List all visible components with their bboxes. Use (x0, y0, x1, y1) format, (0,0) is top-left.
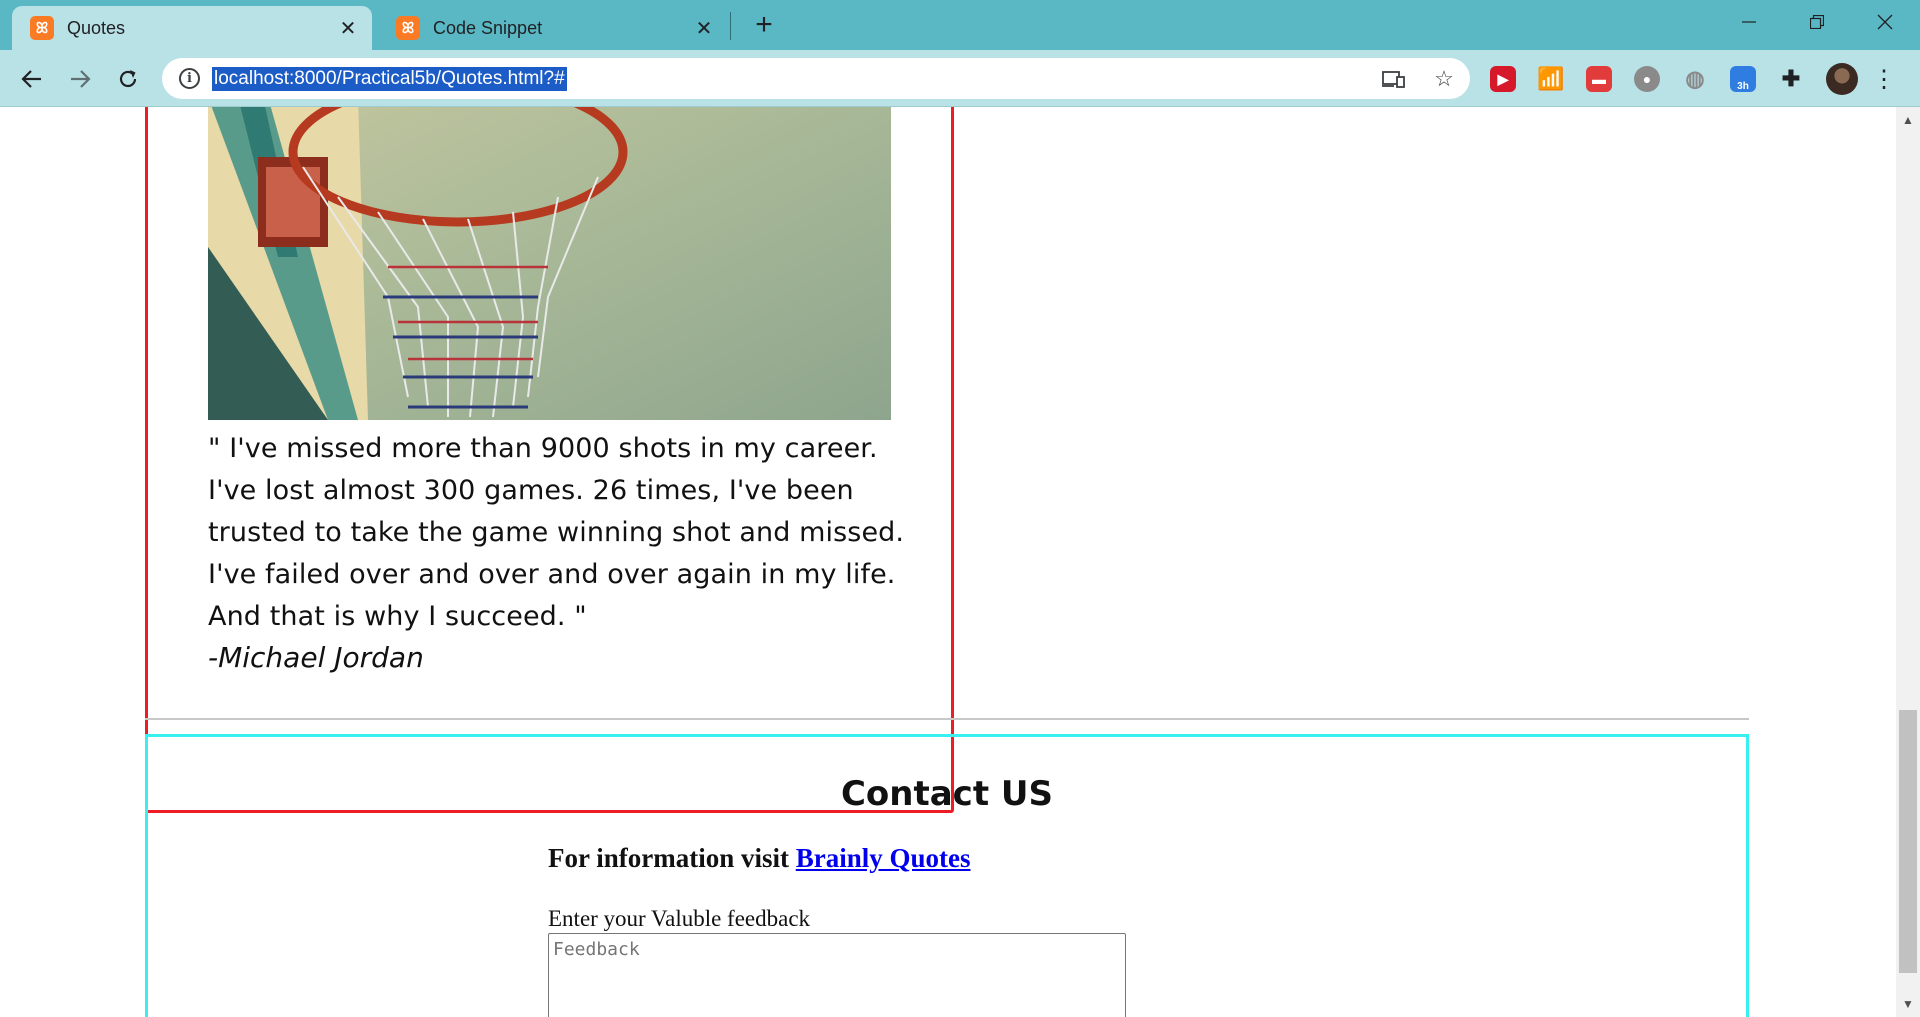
close-icon[interactable]: ✕ (334, 14, 362, 42)
extensions-puzzle-icon[interactable]: ✚ (1778, 66, 1804, 92)
extension-chat-icon[interactable]: ▬ (1586, 66, 1612, 92)
extension-signal-icon[interactable]: 📶 (1537, 66, 1564, 92)
tab-quotes[interactable]: ꕤ Quotes ✕ (12, 6, 372, 50)
address-bar[interactable]: i localhost:8000/Practical5b/Quotes.html… (162, 58, 1470, 99)
forward-button[interactable] (62, 61, 98, 97)
minimize-icon (1742, 21, 1756, 23)
contact-title: Contact US (840, 774, 1054, 814)
extension-badge: 3h (1737, 81, 1749, 92)
star-icon[interactable]: ☆ (1430, 65, 1458, 93)
info-icon[interactable]: i (179, 68, 200, 89)
close-icon (1877, 14, 1893, 30)
info-prefix: For information visit (548, 843, 796, 873)
restore-icon (1810, 15, 1824, 29)
vertical-scrollbar[interactable]: ▲ ▼ (1896, 107, 1920, 1017)
extension-red-play-icon[interactable]: ▶ (1490, 66, 1516, 92)
info-line: For information visit Brainly Quotes (548, 843, 971, 874)
feedback-label: Enter your Valuble feedback (548, 906, 811, 931)
feedback-textarea[interactable] (548, 933, 1126, 1017)
basketball-hoop-image (208, 107, 891, 420)
tab-code-snippet[interactable]: ꕤ Code Snippet ✕ (378, 6, 728, 50)
reload-button[interactable] (110, 61, 146, 97)
quote-author: -Michael Jordan (208, 641, 424, 674)
tab-bar: ꕤ Quotes ✕ ꕤ Code Snippet ✕ + (0, 0, 1920, 50)
new-tab-button[interactable]: + (748, 8, 780, 42)
section-divider (145, 718, 1749, 720)
xampp-icon: ꕤ (396, 16, 420, 40)
xampp-icon: ꕤ (30, 16, 54, 40)
extension-circle-icon[interactable]: ● (1634, 66, 1660, 92)
tab-title: Code Snippet (433, 17, 543, 38)
arrow-left-icon (21, 70, 41, 88)
quote-text: " I've missed more than 9000 shots in my… (208, 433, 905, 632)
minimize-button[interactable] (1716, 0, 1782, 44)
url-text[interactable]: localhost:8000/Practical5b/Quotes.html?# (212, 67, 567, 91)
restore-button[interactable] (1784, 0, 1850, 44)
back-button[interactable] (14, 61, 50, 97)
browser-menu-icon[interactable]: ⋮ (1872, 63, 1896, 95)
arrow-right-icon (71, 70, 91, 88)
tab-divider (730, 12, 731, 40)
close-icon[interactable]: ✕ (690, 14, 718, 42)
contact-section: Contact US For information visit Brainly… (145, 734, 1749, 1017)
scroll-down-arrow-icon[interactable]: ▼ (1896, 997, 1920, 1011)
close-window-button[interactable] (1852, 0, 1918, 44)
scrollbar-thumb[interactable] (1899, 710, 1917, 973)
cast-icon[interactable] (1380, 65, 1408, 93)
scroll-up-arrow-icon[interactable]: ▲ (1896, 113, 1920, 127)
brainly-quotes-link[interactable]: Brainly Quotes (796, 843, 971, 873)
extension-calendar-icon[interactable]: 3h (1730, 66, 1756, 92)
avatar[interactable] (1826, 63, 1858, 95)
browser-toolbar: i localhost:8000/Practical5b/Quotes.html… (0, 50, 1920, 107)
extension-globe-icon[interactable]: ◍ (1682, 66, 1708, 92)
tab-title: Quotes (67, 17, 126, 38)
reload-icon (119, 70, 137, 88)
page-viewport: " I've missed more than 9000 shots in my… (0, 107, 1896, 1017)
